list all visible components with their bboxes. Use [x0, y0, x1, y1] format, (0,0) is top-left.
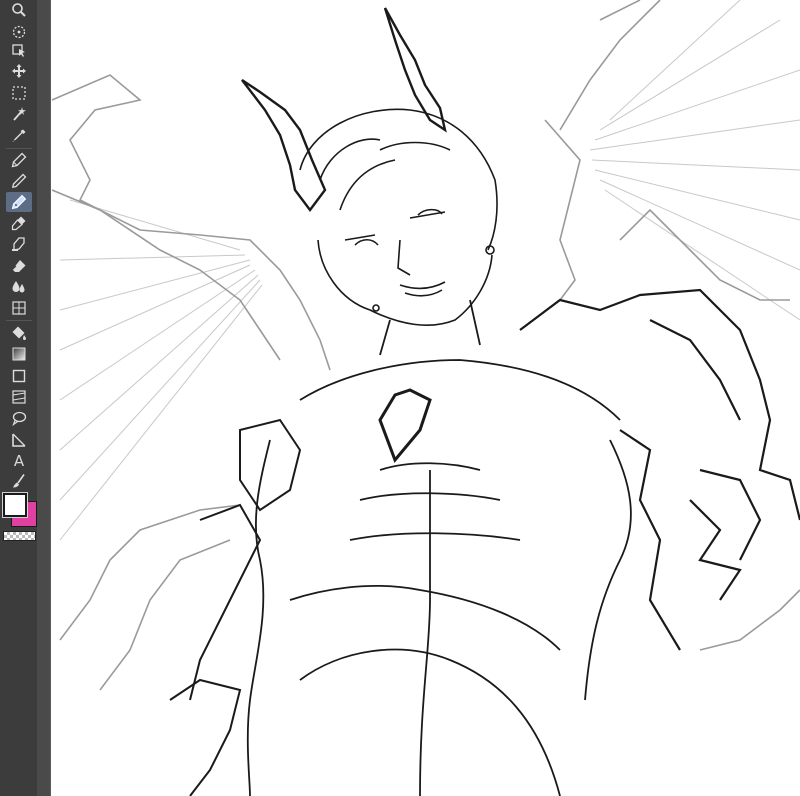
- ink-pen-icon: [11, 216, 26, 231]
- ruler-icon: [12, 433, 26, 447]
- balloon-tool-button[interactable]: [6, 408, 32, 428]
- fill-bucket-icon: [12, 326, 26, 340]
- selection-icon: [12, 86, 26, 100]
- pencil-icon: [11, 173, 27, 189]
- toolbar-separator: [37, 0, 51, 796]
- auto-select-wand-icon: [13, 107, 26, 121]
- eraser-tool-button[interactable]: [6, 256, 32, 276]
- zoom-tool-button[interactable]: [6, 0, 32, 20]
- eraser-icon: [12, 260, 26, 272]
- gradient-icon: [12, 347, 26, 361]
- text-icon: A: [13, 452, 25, 470]
- main-color-swatch[interactable]: [2, 492, 28, 518]
- blend-icon: [12, 281, 25, 293]
- brush-icon: [13, 474, 25, 488]
- eyedropper-icon: [12, 129, 26, 142]
- fill-tool-button[interactable]: [6, 323, 32, 343]
- pen-tool-button[interactable]: [6, 150, 32, 170]
- move-tool-button[interactable]: [6, 61, 32, 81]
- transparent-color-swatch[interactable]: [3, 531, 36, 541]
- move-icon: [12, 64, 26, 78]
- figure-tool-button[interactable]: [6, 366, 32, 386]
- ink-tool-button[interactable]: [6, 213, 32, 233]
- magnifier-icon: [12, 3, 26, 17]
- g-pen-tool-button[interactable]: [6, 192, 32, 212]
- frame-border-icon: [12, 390, 26, 404]
- pen-active-icon: [11, 194, 27, 210]
- marker-icon: [12, 237, 25, 251]
- grid-tool-button[interactable]: [6, 298, 32, 318]
- tool-palette: A: [0, 0, 38, 796]
- object-tool-button[interactable]: [6, 40, 32, 60]
- toolbar-divider: [6, 320, 32, 321]
- line-art-illustration: [51, 0, 800, 796]
- ruler-tool-button[interactable]: [6, 430, 32, 450]
- correct-line-tool-button[interactable]: [6, 471, 32, 491]
- drawing-canvas[interactable]: [51, 0, 800, 796]
- gradient-tool-button[interactable]: [6, 344, 32, 364]
- rotate-view-icon: [12, 25, 26, 39]
- lasso-icon: [12, 411, 27, 426]
- pen-icon: [11, 152, 27, 168]
- blend-tool-button[interactable]: [6, 277, 32, 297]
- rotate-view-tool-button[interactable]: [6, 22, 32, 42]
- toolbar-divider: [6, 148, 32, 149]
- marker-tool-button[interactable]: [6, 234, 32, 254]
- frame-icon: [12, 301, 26, 315]
- auto-select-tool-button[interactable]: [6, 104, 32, 124]
- rectangle-icon: [12, 369, 26, 383]
- object-select-icon: [12, 44, 25, 57]
- selection-tool-button[interactable]: [6, 83, 32, 103]
- pencil-tool-button[interactable]: [6, 171, 32, 191]
- eyedropper-tool-button[interactable]: [6, 126, 32, 146]
- frame-border-tool-button[interactable]: [6, 387, 32, 407]
- text-tool-button[interactable]: A: [6, 451, 32, 471]
